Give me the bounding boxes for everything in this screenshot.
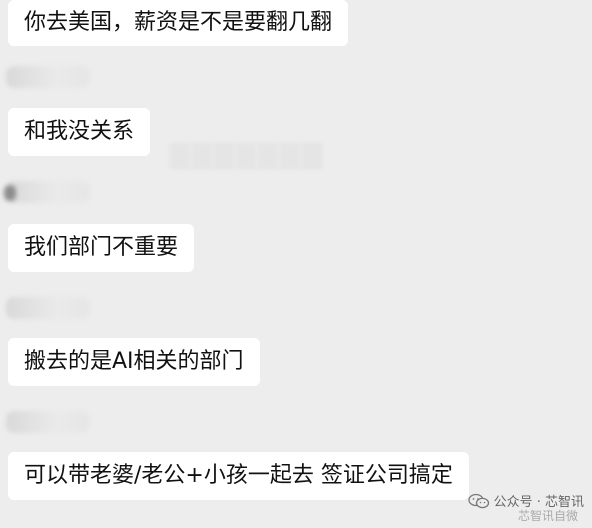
message-text-1: 你去美国，薪资是不是要翻几翻 (24, 10, 333, 35)
message-bubble-4[interactable]: 搬去的是AI相关的部门 (8, 338, 260, 386)
watermark-secondary: 芯智讯自微 (517, 509, 578, 523)
sender-avatar-blurred (4, 181, 90, 203)
message-bubble-2[interactable]: 和我没关系 (8, 108, 151, 156)
message-text-3: 我们部门不重要 (24, 235, 179, 260)
sender-avatar-blurred (6, 297, 90, 319)
message-text-2: 和我没关系 (24, 119, 135, 144)
blurred-background-text: ▇▇▇▇▇▇▇ (170, 140, 324, 170)
sender-avatar-blurred (6, 411, 90, 433)
message-bubble-1[interactable]: 你去美国，薪资是不是要翻几翻 (8, 0, 349, 46)
message-text-4: 搬去的是AI相关的部门 (24, 349, 244, 374)
message-text-5: 可以带老婆/老公+小孩一起去 签证公司搞定 (24, 463, 453, 488)
sender-avatar-blurred (6, 66, 90, 88)
message-bubble-3[interactable]: 我们部门不重要 (8, 224, 195, 272)
wechat-icon (467, 493, 489, 508)
message-bubble-5[interactable]: 可以带老婆/老公+小孩一起去 签证公司搞定 (8, 452, 469, 500)
